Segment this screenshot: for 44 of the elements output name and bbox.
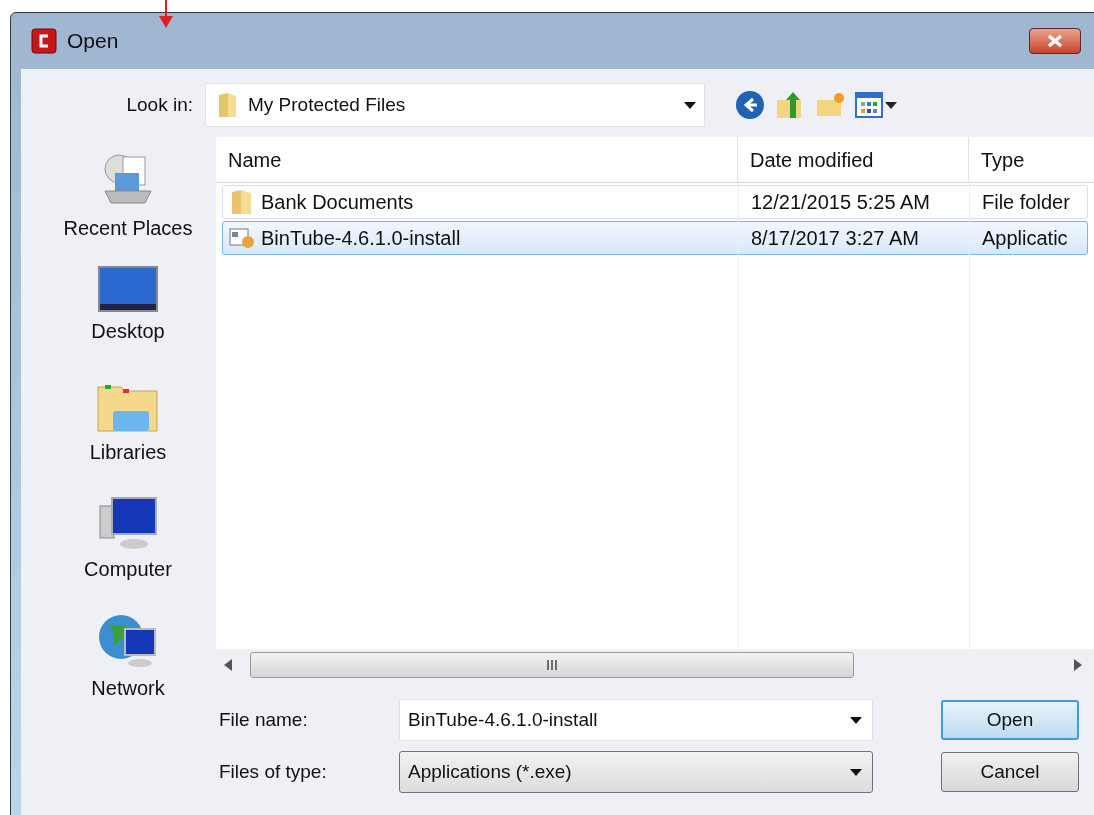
open-button[interactable]: Open (941, 700, 1079, 740)
scrollbar-thumb[interactable] (250, 652, 854, 678)
close-icon (1046, 34, 1064, 48)
caret-icon (885, 101, 897, 109)
desktop-icon (98, 266, 158, 312)
file-row[interactable]: Bank Documents 12/21/2015 5:25 AM File folder (222, 185, 1088, 219)
table-cell-text: File folder (981, 190, 1070, 215)
table-cell-text: Bank Documents (261, 190, 414, 215)
file-name-label: File name: (219, 707, 309, 732)
arrow-icon (158, 0, 174, 28)
place-item[interactable]: Computer (84, 554, 172, 584)
back-icon[interactable] (735, 90, 765, 120)
app-icon (31, 28, 57, 54)
place-item[interactable]: Recent Places (63, 213, 193, 243)
grip-icon (546, 660, 558, 670)
look-in-label: Look in: (125, 92, 194, 117)
horizontal-scrollbar[interactable] (216, 649, 1094, 681)
place-item[interactable]: Libraries (89, 437, 167, 467)
view-menu-button[interactable] (855, 92, 897, 118)
column-header[interactable]: Date modified (738, 137, 969, 182)
table-cell-text: 12/21/2015 5:25 AM (750, 190, 931, 215)
caret-icon (684, 101, 696, 109)
column-header[interactable]: Name (216, 137, 738, 182)
application-icon (229, 226, 255, 250)
place-item[interactable]: Desktop (91, 316, 165, 346)
caret-icon (850, 768, 862, 776)
computer-icon (98, 496, 158, 550)
caret-icon (850, 716, 862, 724)
table-cell-text: 8/17/2017 3:27 AM (750, 226, 919, 251)
file-type-dropdown[interactable]: Applications (*.exe) (399, 751, 873, 793)
file-row[interactable]: BinTube-4.6.1.0-install 8/17/2017 3:27 AM Applicatic (222, 221, 1088, 255)
scroll-left-icon[interactable] (224, 659, 232, 671)
file-type-label: Files of type: (219, 759, 328, 784)
table-cell-text: Applicatic (981, 226, 1068, 251)
place-item[interactable]: Network (91, 673, 165, 703)
cancel-button[interactable]: Cancel (941, 752, 1079, 792)
column-header[interactable]: Type (969, 137, 1094, 182)
look-in-dropdown[interactable]: My Protected Files (205, 83, 705, 127)
table-cell-text: BinTube-4.6.1.0-install (261, 226, 461, 251)
window-title: Open (67, 28, 119, 55)
close-button[interactable] (1029, 28, 1081, 54)
view-grid-icon (855, 92, 883, 118)
scroll-right-icon[interactable] (1074, 659, 1082, 671)
file-name-field[interactable]: BinTube-4.6.1.0-install (399, 699, 873, 741)
